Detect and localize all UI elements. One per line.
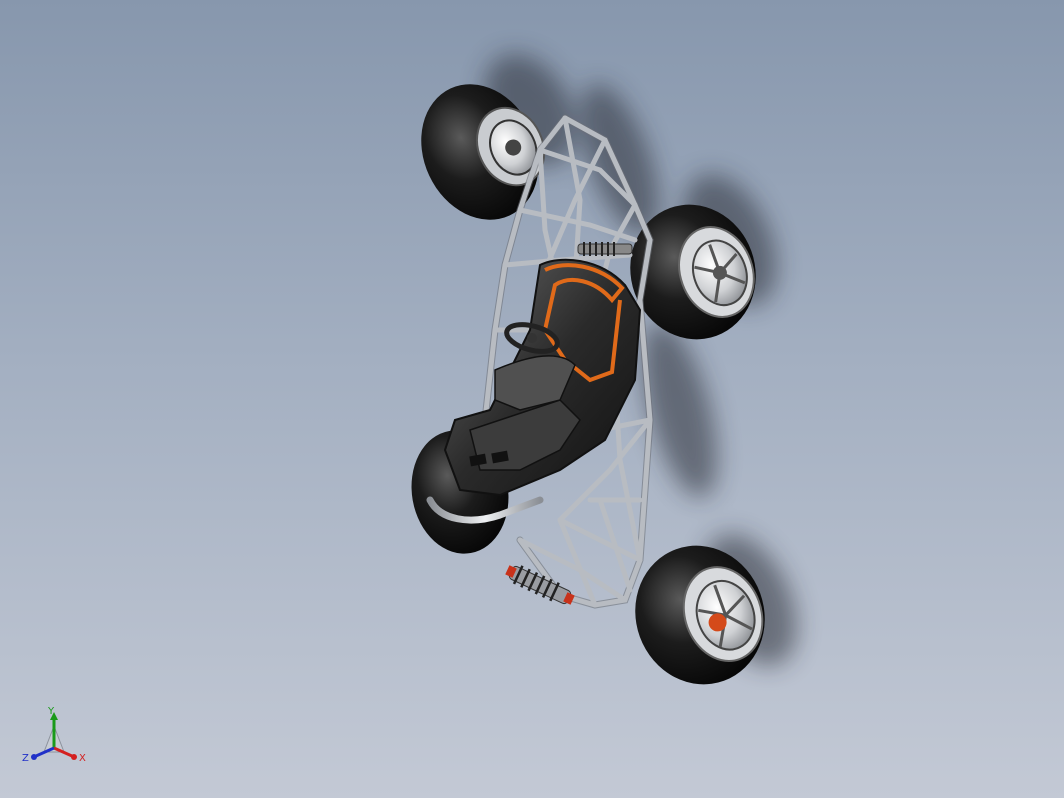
seat[interactable] (443, 258, 642, 497)
x-axis-label: X (79, 753, 86, 764)
y-axis-label: Y (47, 706, 55, 717)
axis-triad[interactable]: Y X Z (18, 700, 90, 772)
graphics-viewport[interactable]: Y X Z (0, 0, 1064, 798)
buggy-model[interactable] (0, 0, 1064, 798)
z-axis-tip (31, 754, 37, 760)
x-axis-tip (71, 754, 77, 760)
rear-shock-absorber[interactable] (577, 242, 633, 256)
z-axis-label: Z (22, 753, 29, 764)
